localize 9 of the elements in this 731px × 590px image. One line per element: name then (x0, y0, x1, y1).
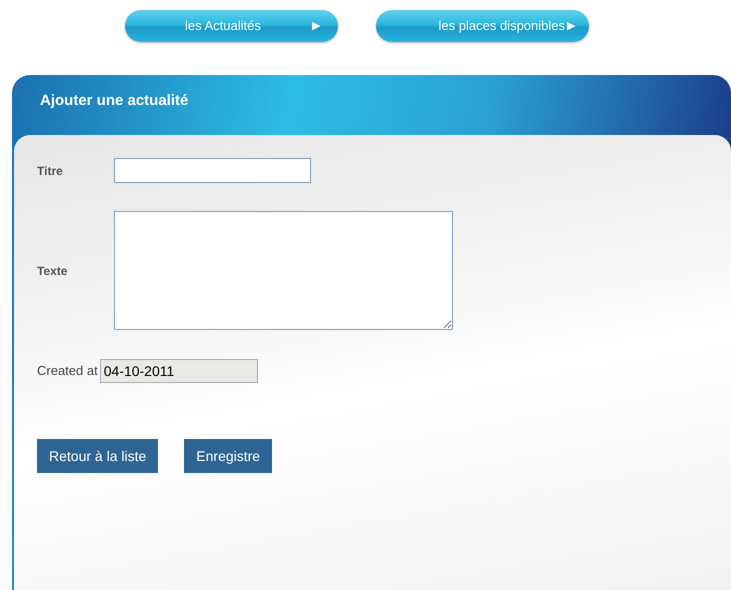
input-field[interactable] (114, 158, 311, 183)
action-button[interactable]: Enregistre (184, 439, 272, 473)
field-label: Titre (37, 162, 64, 180)
date-field[interactable]: 04-10-2011 (100, 359, 258, 383)
action-button[interactable]: Retour à la liste (37, 439, 158, 473)
panel-title: Ajouter une actualité (39, 91, 190, 111)
text-area[interactable] (114, 211, 453, 330)
field-label: Created at (37, 362, 98, 380)
field-label: Texte (37, 262, 68, 280)
